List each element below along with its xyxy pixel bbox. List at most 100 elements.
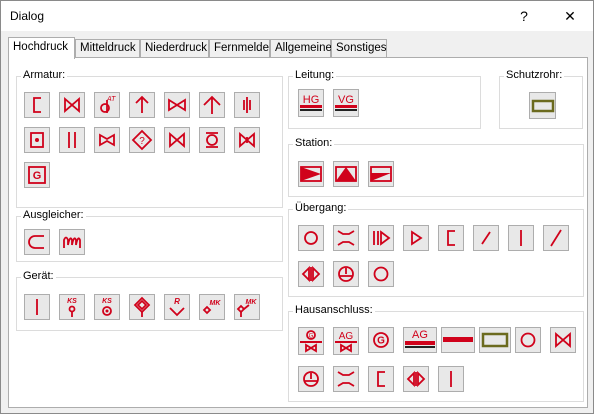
leitung-hg-button[interactable]: HG — [298, 89, 324, 117]
armatur-actuator-button[interactable]: AT — [94, 92, 120, 118]
r-check-icon: R — [169, 297, 185, 317]
group-schutzrohr: Schutzrohr: — [499, 69, 583, 129]
leitung-vg-button[interactable]: VG — [333, 89, 359, 117]
group-label-station: Station: — [293, 137, 335, 149]
hausanschluss-pipe-button[interactable] — [479, 327, 511, 353]
tab-panel-hochdruck: Armatur: AT ? G Ausgleicher: Gerät: KS K… — [8, 57, 588, 408]
armatur-arrow-up-large-button[interactable] — [199, 92, 225, 118]
hausanschluss-g-valve-button[interactable]: G — [298, 327, 324, 355]
double-arrow-icon — [301, 265, 321, 283]
uebergang-bar-button[interactable] — [508, 225, 534, 251]
station-up-icon — [335, 166, 357, 182]
geraet-target-button[interactable] — [129, 294, 155, 320]
armatur-arrow-button[interactable] — [129, 92, 155, 118]
protective-pipe-icon — [481, 332, 509, 348]
window-title: Dialog — [10, 9, 45, 23]
group-ausgleicher: Ausgleicher: — [16, 209, 283, 262]
vertical-bar-icon — [450, 371, 452, 387]
help-button[interactable]: ? — [501, 1, 547, 31]
double-arrow-icon — [406, 370, 426, 388]
hausanschluss-red-line-button[interactable] — [441, 327, 475, 353]
group-label-uebergang: Übergang: — [293, 202, 349, 214]
armatur-ring-button[interactable] — [199, 127, 225, 153]
question-diamond-icon: ? — [131, 129, 153, 151]
station-wedge-button[interactable] — [368, 161, 394, 187]
vertical-bar-icon — [520, 230, 522, 246]
uebergang-double-arrow-button[interactable] — [298, 261, 324, 287]
hausanschluss-bracket-button[interactable] — [368, 366, 394, 392]
svg-text:?: ? — [139, 136, 145, 147]
group-label-ausgleicher: Ausgleicher: — [21, 209, 86, 221]
station-up-button[interactable] — [333, 161, 359, 187]
armatur-box-button[interactable] — [24, 127, 50, 153]
ks-pin-icon: KS — [67, 298, 77, 317]
red-line-icon — [443, 337, 473, 342]
g-label: G — [309, 334, 314, 340]
hausanschluss-gauge-button[interactable] — [298, 366, 324, 392]
tab-allgemeine[interactable]: Allgemeine — [270, 39, 332, 58]
hausanschluss-ring-button[interactable] — [515, 327, 541, 353]
station-right-icon — [300, 166, 322, 182]
hausanschluss-double-arrow-button[interactable] — [403, 366, 429, 392]
gauge-icon — [338, 266, 354, 282]
bracket-icon — [447, 230, 455, 246]
station-wedge-icon — [370, 166, 392, 182]
geraet-mk-diamond-button[interactable]: MK — [199, 294, 225, 320]
ausgleicher-u-button[interactable] — [24, 229, 50, 255]
tab-hochdruck[interactable]: Hochdruck — [8, 37, 75, 59]
mk-label: MK — [210, 300, 222, 307]
geraet-ks-ring-button[interactable]: KS — [94, 294, 120, 320]
armatur-butterfly-button[interactable] — [164, 127, 190, 153]
geraet-line-button[interactable] — [24, 294, 50, 320]
hausanschluss-reducer-button[interactable] — [333, 366, 359, 392]
armatur-valve-button[interactable] — [59, 92, 85, 118]
ausgleicher-bellows-button[interactable] — [59, 229, 85, 255]
tab-niederdruck[interactable]: Niederdruck — [140, 39, 209, 58]
armatur-flange-button[interactable] — [234, 92, 260, 118]
tab-sonstiges[interactable]: Sonstiges — [331, 39, 387, 58]
geraet-mk-pin-button[interactable]: MK — [234, 294, 260, 320]
geraet-ks-pin-button[interactable]: KS — [59, 294, 85, 320]
tab-mitteldruck[interactable]: Mitteldruck — [75, 39, 140, 58]
valve-icon — [64, 97, 80, 113]
ring-thick-icon — [304, 231, 318, 245]
hausanschluss-bar-button[interactable] — [438, 366, 464, 392]
hausanschluss-g-circle-button[interactable]: G — [368, 327, 394, 353]
tab-fernmelde[interactable]: Fernmelde — [209, 39, 270, 58]
reducer-icon — [337, 230, 355, 246]
armatur-double-line-button[interactable] — [59, 127, 85, 153]
group-uebergang: Übergang: — [288, 202, 584, 297]
geraet-r-button[interactable]: R — [164, 294, 190, 320]
uebergang-ring-large-button[interactable] — [368, 261, 394, 287]
uebergang-play-button[interactable] — [403, 225, 429, 251]
armatur-gate-valve-button[interactable] — [164, 92, 190, 118]
butterfly-valve-icon — [169, 132, 185, 148]
armatur-valve-tri-button[interactable] — [234, 127, 260, 153]
armatur-slide-valve-button[interactable] — [94, 127, 120, 153]
close-button[interactable]: ✕ — [547, 1, 593, 31]
schutzrohr-button[interactable] — [529, 92, 556, 119]
station-right-button[interactable] — [298, 161, 324, 187]
uebergang-slash-button[interactable] — [473, 225, 499, 251]
group-station: Station: — [288, 137, 584, 197]
ag-label: AG — [412, 329, 428, 341]
hausanschluss-valve-button[interactable] — [550, 327, 576, 353]
uebergang-reducer-button[interactable] — [333, 225, 359, 251]
uebergang-bar-play-button[interactable] — [368, 225, 394, 251]
armatur-g-button[interactable]: G — [24, 162, 50, 188]
title-bar: Dialog ? ✕ — [1, 1, 593, 31]
uebergang-ring-button[interactable] — [298, 225, 324, 251]
u-compensator-icon — [28, 235, 44, 249]
hausanschluss-ag-line-button[interactable]: AG — [403, 327, 437, 353]
uebergang-gauge-button[interactable] — [333, 261, 359, 287]
uebergang-slash-long-button[interactable] — [543, 225, 569, 251]
group-label-hausanschluss: Hausanschluss: — [293, 304, 375, 316]
target-diamond-icon — [133, 296, 151, 317]
hg-label: HG — [303, 94, 320, 106]
uebergang-bracket-button[interactable] — [438, 225, 464, 251]
hausanschluss-ag-valve-button[interactable]: AG — [333, 327, 359, 355]
bellows-icon — [63, 236, 81, 248]
armatur-question-button[interactable]: ? — [129, 127, 155, 153]
slash-icon — [481, 231, 491, 245]
armatur-bracket-button[interactable] — [24, 92, 50, 118]
